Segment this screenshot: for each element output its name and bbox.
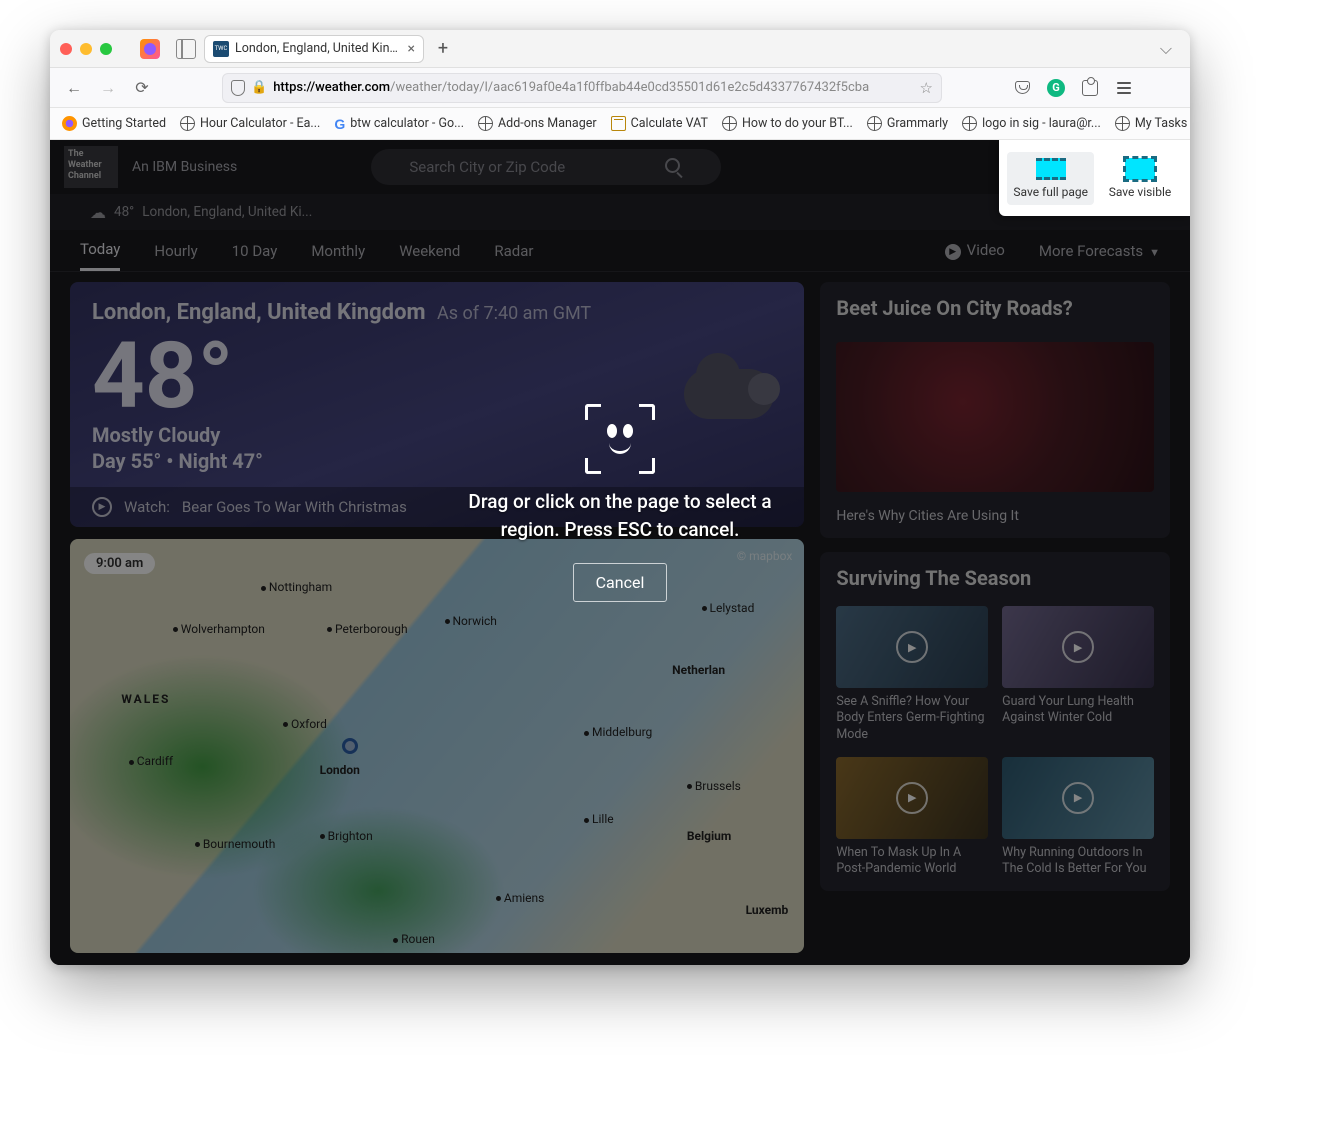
browser-tab[interactable]: TWC London, England, United Kingdo × — [204, 35, 424, 63]
window-controls — [60, 43, 112, 55]
page-content: The Weather Channel An IBM Business Sear… — [50, 140, 1190, 965]
firefox-icon — [62, 116, 77, 131]
site-security[interactable]: 🔒 — [231, 80, 267, 96]
bookmark-getting-started[interactable]: Getting Started — [62, 116, 166, 131]
calculator-icon — [611, 116, 626, 131]
screenshot-message: Drag or click on the page to select a re… — [440, 488, 800, 543]
close-window-button[interactable] — [60, 43, 72, 55]
bookmark-hour-calculator[interactable]: Hour Calculator - Ea... — [180, 116, 320, 131]
browser-toolbar: ← → ⟳ 🔒 https://weather.com/weather/toda… — [50, 68, 1190, 108]
bookmark-addons-manager[interactable]: Add-ons Manager — [478, 116, 597, 131]
bookmark-how-to-bt[interactable]: How to do your BT... — [722, 116, 853, 131]
pocket-button[interactable] — [1008, 74, 1036, 102]
visible-icon — [1125, 158, 1155, 180]
extensions-button[interactable] — [1076, 74, 1104, 102]
globe-icon — [867, 116, 882, 131]
globe-icon — [478, 116, 493, 131]
bookmark-calculate-vat[interactable]: Calculate VAT — [611, 116, 708, 131]
window-titlebar: TWC London, England, United Kingdo × + ⌵ — [50, 30, 1190, 68]
favicon-weather-icon: TWC — [213, 41, 229, 57]
url-text: https://weather.com/weather/today/l/aac6… — [273, 80, 913, 95]
new-tab-button[interactable]: + — [432, 38, 454, 60]
forward-button[interactable]: → — [94, 74, 122, 102]
tab-title: London, England, United Kingdo — [235, 41, 402, 56]
globe-icon — [1115, 116, 1130, 131]
save-full-page-button[interactable]: Save full page — [1007, 152, 1094, 205]
firefox-icon — [140, 39, 160, 59]
globe-icon — [180, 116, 195, 131]
full-page-icon — [1036, 158, 1066, 180]
globe-icon — [722, 116, 737, 131]
screenshot-instructions: Drag or click on the page to select a re… — [440, 404, 800, 602]
bookmark-btw-calculator[interactable]: Gbtw calculator - Go... — [334, 116, 464, 132]
screenshot-cancel-button[interactable]: Cancel — [573, 563, 668, 602]
google-icon: G — [334, 116, 345, 132]
lock-icon: 🔒 — [251, 80, 267, 95]
screenshot-toolbar: Save full page Save visible — [999, 140, 1190, 216]
back-button[interactable]: ← — [60, 74, 88, 102]
save-visible-button[interactable]: Save visible — [1098, 152, 1182, 205]
url-bar[interactable]: 🔒 https://weather.com/weather/today/l/aa… — [222, 73, 942, 103]
screenshot-face-icon — [585, 404, 655, 474]
bookmark-star-button[interactable]: ☆ — [920, 79, 933, 97]
maximize-window-button[interactable] — [100, 43, 112, 55]
hamburger-icon — [1113, 78, 1135, 98]
bookmark-grammarly[interactable]: Grammarly — [867, 116, 948, 131]
browser-window: TWC London, England, United Kingdo × + ⌵… — [50, 30, 1190, 965]
app-menu-button[interactable] — [1110, 74, 1138, 102]
globe-icon — [962, 116, 977, 131]
bookmark-logo-in-sig[interactable]: logo in sig - laura@r... — [962, 116, 1101, 131]
tab-close-button[interactable]: × — [408, 41, 415, 57]
grammarly-extension-button[interactable]: G — [1042, 74, 1070, 102]
puzzle-icon — [1082, 80, 1098, 96]
bookmarks-bar: Getting Started Hour Calculator - Ea... … — [50, 108, 1190, 140]
reload-button[interactable]: ⟳ — [128, 74, 156, 102]
pocket-icon — [1015, 81, 1030, 94]
tabs-dropdown-button[interactable]: ⌵ — [1152, 39, 1180, 59]
bookmark-my-tasks[interactable]: My Tasks - Planner — [1115, 116, 1190, 131]
grammarly-icon: G — [1047, 79, 1065, 97]
shield-icon — [231, 80, 245, 96]
minimize-window-button[interactable] — [80, 43, 92, 55]
sidebar-toggle-icon[interactable] — [176, 39, 196, 59]
